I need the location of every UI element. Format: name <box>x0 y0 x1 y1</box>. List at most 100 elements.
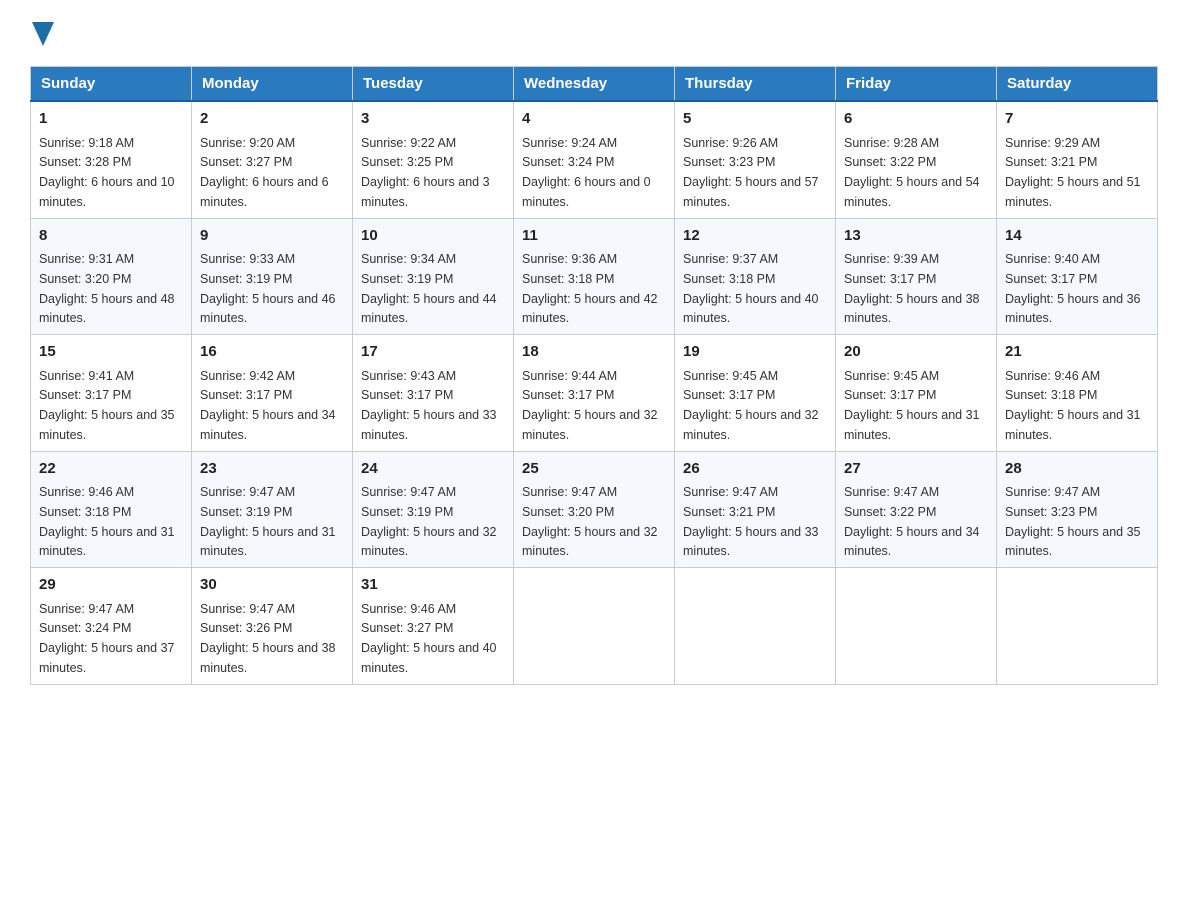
day-number: 9 <box>200 225 344 248</box>
calendar-cell: 8 Sunrise: 9:31 AMSunset: 3:20 PMDayligh… <box>31 218 192 335</box>
calendar-cell: 26 Sunrise: 9:47 AMSunset: 3:21 PMDaylig… <box>675 451 836 568</box>
page-header <box>30 20 1158 46</box>
weekday-header-monday: Monday <box>192 67 353 102</box>
day-info: Sunrise: 9:42 AMSunset: 3:17 PMDaylight:… <box>200 369 336 442</box>
calendar-cell: 30 Sunrise: 9:47 AMSunset: 3:26 PMDaylig… <box>192 568 353 685</box>
day-number: 6 <box>844 108 988 131</box>
calendar-cell: 11 Sunrise: 9:36 AMSunset: 3:18 PMDaylig… <box>514 218 675 335</box>
calendar-cell: 19 Sunrise: 9:45 AMSunset: 3:17 PMDaylig… <box>675 335 836 452</box>
day-number: 31 <box>361 574 505 597</box>
day-info: Sunrise: 9:47 AMSunset: 3:23 PMDaylight:… <box>1005 485 1141 558</box>
calendar-cell: 12 Sunrise: 9:37 AMSunset: 3:18 PMDaylig… <box>675 218 836 335</box>
calendar-cell: 7 Sunrise: 9:29 AMSunset: 3:21 PMDayligh… <box>997 101 1158 218</box>
day-info: Sunrise: 9:47 AMSunset: 3:26 PMDaylight:… <box>200 602 336 675</box>
day-number: 23 <box>200 458 344 481</box>
day-info: Sunrise: 9:47 AMSunset: 3:21 PMDaylight:… <box>683 485 819 558</box>
calendar-cell: 29 Sunrise: 9:47 AMSunset: 3:24 PMDaylig… <box>31 568 192 685</box>
day-number: 11 <box>522 225 666 248</box>
day-info: Sunrise: 9:40 AMSunset: 3:17 PMDaylight:… <box>1005 252 1141 325</box>
calendar-cell: 17 Sunrise: 9:43 AMSunset: 3:17 PMDaylig… <box>353 335 514 452</box>
day-info: Sunrise: 9:46 AMSunset: 3:18 PMDaylight:… <box>1005 369 1141 442</box>
day-info: Sunrise: 9:47 AMSunset: 3:20 PMDaylight:… <box>522 485 658 558</box>
logo-triangle-icon <box>32 22 54 46</box>
calendar-cell: 22 Sunrise: 9:46 AMSunset: 3:18 PMDaylig… <box>31 451 192 568</box>
weekday-header-thursday: Thursday <box>675 67 836 102</box>
weekday-header-friday: Friday <box>836 67 997 102</box>
calendar-cell <box>675 568 836 685</box>
day-info: Sunrise: 9:24 AMSunset: 3:24 PMDaylight:… <box>522 136 651 209</box>
day-number: 14 <box>1005 225 1149 248</box>
calendar-cell: 20 Sunrise: 9:45 AMSunset: 3:17 PMDaylig… <box>836 335 997 452</box>
day-number: 26 <box>683 458 827 481</box>
calendar-cell: 9 Sunrise: 9:33 AMSunset: 3:19 PMDayligh… <box>192 218 353 335</box>
calendar-cell: 6 Sunrise: 9:28 AMSunset: 3:22 PMDayligh… <box>836 101 997 218</box>
calendar-cell: 4 Sunrise: 9:24 AMSunset: 3:24 PMDayligh… <box>514 101 675 218</box>
day-info: Sunrise: 9:36 AMSunset: 3:18 PMDaylight:… <box>522 252 658 325</box>
day-info: Sunrise: 9:22 AMSunset: 3:25 PMDaylight:… <box>361 136 490 209</box>
calendar-cell: 24 Sunrise: 9:47 AMSunset: 3:19 PMDaylig… <box>353 451 514 568</box>
day-number: 12 <box>683 225 827 248</box>
calendar-cell: 18 Sunrise: 9:44 AMSunset: 3:17 PMDaylig… <box>514 335 675 452</box>
calendar-cell: 10 Sunrise: 9:34 AMSunset: 3:19 PMDaylig… <box>353 218 514 335</box>
day-number: 25 <box>522 458 666 481</box>
calendar-week-1: 1 Sunrise: 9:18 AMSunset: 3:28 PMDayligh… <box>31 101 1158 218</box>
calendar-cell: 2 Sunrise: 9:20 AMSunset: 3:27 PMDayligh… <box>192 101 353 218</box>
day-info: Sunrise: 9:31 AMSunset: 3:20 PMDaylight:… <box>39 252 175 325</box>
day-info: Sunrise: 9:41 AMSunset: 3:17 PMDaylight:… <box>39 369 175 442</box>
day-info: Sunrise: 9:47 AMSunset: 3:22 PMDaylight:… <box>844 485 980 558</box>
calendar-cell: 28 Sunrise: 9:47 AMSunset: 3:23 PMDaylig… <box>997 451 1158 568</box>
day-info: Sunrise: 9:26 AMSunset: 3:23 PMDaylight:… <box>683 136 819 209</box>
day-info: Sunrise: 9:45 AMSunset: 3:17 PMDaylight:… <box>683 369 819 442</box>
calendar-cell: 3 Sunrise: 9:22 AMSunset: 3:25 PMDayligh… <box>353 101 514 218</box>
day-number: 7 <box>1005 108 1149 131</box>
day-number: 30 <box>200 574 344 597</box>
logo <box>30 20 54 46</box>
day-number: 18 <box>522 341 666 364</box>
calendar-body: 1 Sunrise: 9:18 AMSunset: 3:28 PMDayligh… <box>31 101 1158 684</box>
day-number: 17 <box>361 341 505 364</box>
calendar-cell <box>997 568 1158 685</box>
day-info: Sunrise: 9:18 AMSunset: 3:28 PMDaylight:… <box>39 136 175 209</box>
calendar-cell: 5 Sunrise: 9:26 AMSunset: 3:23 PMDayligh… <box>675 101 836 218</box>
day-info: Sunrise: 9:44 AMSunset: 3:17 PMDaylight:… <box>522 369 658 442</box>
calendar-table: SundayMondayTuesdayWednesdayThursdayFrid… <box>30 66 1158 685</box>
weekday-header-row: SundayMondayTuesdayWednesdayThursdayFrid… <box>31 67 1158 102</box>
calendar-cell: 13 Sunrise: 9:39 AMSunset: 3:17 PMDaylig… <box>836 218 997 335</box>
day-info: Sunrise: 9:37 AMSunset: 3:18 PMDaylight:… <box>683 252 819 325</box>
day-number: 8 <box>39 225 183 248</box>
day-info: Sunrise: 9:29 AMSunset: 3:21 PMDaylight:… <box>1005 136 1141 209</box>
weekday-header-wednesday: Wednesday <box>514 67 675 102</box>
calendar-cell: 15 Sunrise: 9:41 AMSunset: 3:17 PMDaylig… <box>31 335 192 452</box>
calendar-header: SundayMondayTuesdayWednesdayThursdayFrid… <box>31 67 1158 102</box>
day-number: 20 <box>844 341 988 364</box>
calendar-week-4: 22 Sunrise: 9:46 AMSunset: 3:18 PMDaylig… <box>31 451 1158 568</box>
day-number: 5 <box>683 108 827 131</box>
calendar-cell <box>836 568 997 685</box>
logo-line1 <box>30 20 54 46</box>
day-info: Sunrise: 9:47 AMSunset: 3:19 PMDaylight:… <box>361 485 497 558</box>
day-number: 10 <box>361 225 505 248</box>
calendar-week-3: 15 Sunrise: 9:41 AMSunset: 3:17 PMDaylig… <box>31 335 1158 452</box>
weekday-header-sunday: Sunday <box>31 67 192 102</box>
day-info: Sunrise: 9:47 AMSunset: 3:19 PMDaylight:… <box>200 485 336 558</box>
weekday-header-tuesday: Tuesday <box>353 67 514 102</box>
day-info: Sunrise: 9:33 AMSunset: 3:19 PMDaylight:… <box>200 252 336 325</box>
calendar-week-5: 29 Sunrise: 9:47 AMSunset: 3:24 PMDaylig… <box>31 568 1158 685</box>
calendar-cell: 16 Sunrise: 9:42 AMSunset: 3:17 PMDaylig… <box>192 335 353 452</box>
day-number: 16 <box>200 341 344 364</box>
calendar-cell: 23 Sunrise: 9:47 AMSunset: 3:19 PMDaylig… <box>192 451 353 568</box>
day-number: 2 <box>200 108 344 131</box>
day-number: 24 <box>361 458 505 481</box>
day-number: 21 <box>1005 341 1149 364</box>
day-info: Sunrise: 9:47 AMSunset: 3:24 PMDaylight:… <box>39 602 175 675</box>
day-number: 27 <box>844 458 988 481</box>
calendar-cell: 27 Sunrise: 9:47 AMSunset: 3:22 PMDaylig… <box>836 451 997 568</box>
day-number: 28 <box>1005 458 1149 481</box>
day-info: Sunrise: 9:43 AMSunset: 3:17 PMDaylight:… <box>361 369 497 442</box>
day-number: 3 <box>361 108 505 131</box>
day-number: 29 <box>39 574 183 597</box>
calendar-week-2: 8 Sunrise: 9:31 AMSunset: 3:20 PMDayligh… <box>31 218 1158 335</box>
calendar-cell: 25 Sunrise: 9:47 AMSunset: 3:20 PMDaylig… <box>514 451 675 568</box>
calendar-cell: 1 Sunrise: 9:18 AMSunset: 3:28 PMDayligh… <box>31 101 192 218</box>
day-info: Sunrise: 9:20 AMSunset: 3:27 PMDaylight:… <box>200 136 329 209</box>
